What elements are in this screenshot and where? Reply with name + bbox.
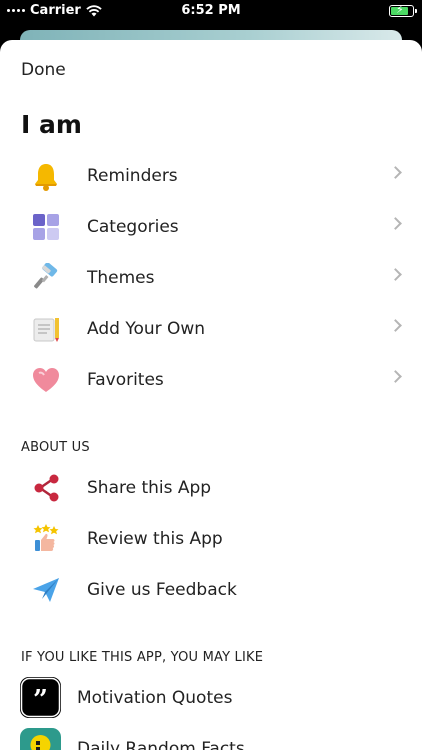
share-icon [28,471,64,505]
page-title: I am [21,110,82,139]
status-time: 6:52 PM [181,3,241,18]
about-item-share[interactable]: Share this App [0,463,422,513]
section-title-more-apps: IF YOU LIKE THIS APP, YOU MAY LIKE [21,650,264,665]
menu-item-label: Categories [87,217,179,237]
app-item-daily-random-facts[interactable]: Daily Random Facts [0,724,422,750]
menu-item-label: Themes [87,268,155,288]
menu-item-add-your-own[interactable]: Add Your Own [0,304,422,354]
about-item-label: Give us Feedback [87,580,237,600]
grid-icon [28,210,64,244]
chevron-right-icon [389,268,402,281]
about-item-label: Review this App [87,529,223,549]
chevron-right-icon [389,166,402,179]
menu-item-favorites[interactable]: Favorites [0,355,422,405]
app-item-motivation-quotes[interactable]: ” Motivation Quotes [0,673,422,723]
chevron-right-icon [389,217,402,230]
chevron-right-icon [389,370,402,383]
thumbs-up-stars-icon [28,522,64,556]
heart-icon [28,363,64,397]
quote-marks-icon: ” [20,677,61,718]
status-bar: Carrier 6:52 PM ⚡ [0,0,422,22]
notepad-pencil-icon [28,312,64,346]
done-button[interactable]: Done [21,60,66,80]
bulb-icon [20,728,61,750]
chevron-right-icon [389,319,402,332]
menu-item-label: Reminders [87,166,178,186]
menu-item-reminders[interactable]: Reminders [0,151,422,201]
settings-sheet: Done I am Reminders Categories Themes Ad… [0,40,422,750]
battery-icon: ⚡ [389,3,417,17]
svg-text:”: ” [33,685,48,715]
menu-item-label: Add Your Own [87,319,206,339]
bell-icon [28,159,64,193]
menu-item-themes[interactable]: Themes [0,253,422,303]
menu-item-categories[interactable]: Categories [0,202,422,252]
paper-plane-icon [28,573,64,607]
section-title-about: ABOUT US [21,440,90,455]
menu-item-label: Favorites [87,370,164,390]
app-item-label: Motivation Quotes [77,688,233,708]
about-item-review[interactable]: Review this App [0,514,422,564]
about-item-label: Share this App [87,478,212,498]
about-item-feedback[interactable]: Give us Feedback [0,565,422,615]
paint-roller-icon [28,261,64,295]
app-item-label: Daily Random Facts [77,739,245,750]
